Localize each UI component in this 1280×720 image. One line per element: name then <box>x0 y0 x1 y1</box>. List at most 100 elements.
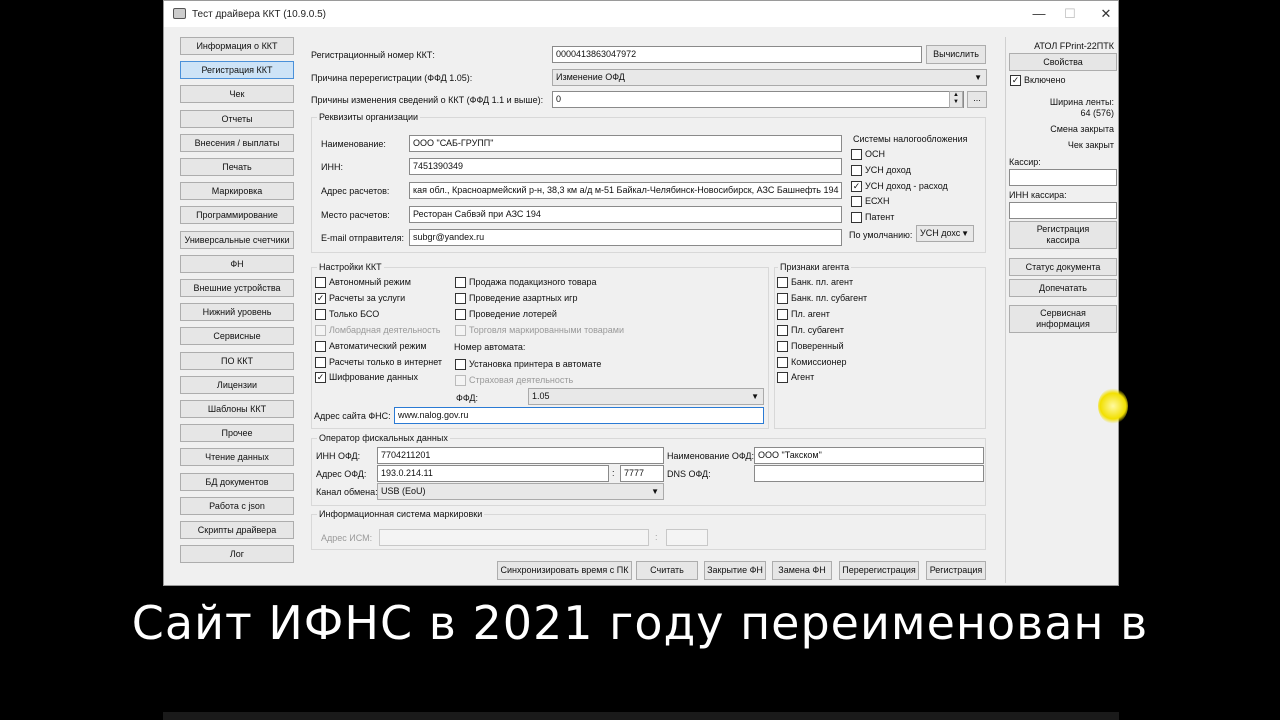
checkbox-label: Проведение азартных игр <box>469 292 578 303</box>
sidebar-item[interactable]: Внешние устройства <box>180 279 294 297</box>
ism-address-input[interactable] <box>379 529 649 546</box>
checkbox-label: Расчеты за услуги <box>329 292 406 303</box>
dns-input[interactable] <box>754 465 984 482</box>
reg-number-label: Регистрационный номер ККТ: <box>311 50 435 60</box>
checkbox[interactable] <box>315 340 326 352</box>
checkbox[interactable] <box>455 292 466 304</box>
window-title: Тест драйвера ККТ (10.9.0.5) <box>192 9 327 20</box>
checkbox[interactable]: ✓ <box>851 180 862 192</box>
tax-default-select[interactable]: УСН дохс ▼ <box>916 225 974 242</box>
channel-select[interactable]: USB (EoU) ▼ <box>377 483 664 500</box>
close-fn-button[interactable]: Закрытие ФН <box>704 561 766 580</box>
org-name-input[interactable]: ООО "САБ-ГРУПП" <box>409 135 842 152</box>
checkbox[interactable] <box>777 324 788 336</box>
checkbox[interactable]: ✓ <box>315 292 326 304</box>
fns-site-label: Адрес сайта ФНС: <box>314 411 391 421</box>
minimize-button[interactable]: — <box>1022 4 1056 24</box>
checkbox[interactable] <box>315 308 326 320</box>
checkbox[interactable] <box>851 212 862 224</box>
sidebar-item[interactable]: Регистрация ККТ <box>180 61 294 80</box>
checkbox[interactable] <box>777 308 788 320</box>
sidebar-item[interactable]: ФН <box>180 254 294 273</box>
ffd-select[interactable]: 1.05 ▼ <box>528 388 764 405</box>
enabled-checkbox[interactable]: ✓ <box>1010 75 1021 86</box>
checkbox[interactable] <box>851 149 862 160</box>
checkbox[interactable] <box>455 324 466 336</box>
sidebar-item[interactable]: Шаблоны ККТ <box>180 400 294 418</box>
cashier-input[interactable] <box>1009 169 1117 186</box>
fns-site-input[interactable]: www.nalog.gov.ru <box>394 407 764 424</box>
insurance-checkbox[interactable] <box>455 375 466 386</box>
rereg-button[interactable]: Перерегистрация <box>839 561 919 580</box>
checkbox-label: ОСН <box>865 149 885 159</box>
checkbox[interactable] <box>455 277 466 288</box>
ofd-address-input[interactable]: 193.0.214.11 <box>377 465 609 482</box>
checkbox[interactable] <box>851 196 862 208</box>
change-reasons-spinner[interactable]: ▲ ▼ <box>949 91 963 108</box>
checkbox[interactable]: ✓ <box>315 372 326 384</box>
checkbox[interactable] <box>777 372 788 384</box>
enabled-label: Включено <box>1024 75 1066 85</box>
sidebar-item[interactable]: Отчеты <box>180 109 294 128</box>
sidebar-item[interactable]: Скрипты драйвера <box>180 521 294 539</box>
replace-fn-button[interactable]: Замена ФН <box>772 561 832 580</box>
sidebar-item[interactable]: БД документов <box>180 472 294 491</box>
device-name: АТОЛ FPrint-22ПТК <box>1034 41 1114 51</box>
service-info-button[interactable]: Сервисная информация <box>1009 305 1117 333</box>
ism-port-input[interactable] <box>666 529 708 546</box>
change-reasons-input[interactable]: 0 <box>552 91 964 108</box>
insurance-label: Страховая деятельность <box>469 375 574 385</box>
checkbox[interactable] <box>777 277 788 288</box>
rereg-reason-select[interactable]: Изменение ОФД ▼ <box>552 69 987 86</box>
sidebar-item[interactable]: Универсальные счетчики <box>180 230 294 249</box>
email-input[interactable]: subgr@yandex.ru <box>409 229 842 246</box>
checkbox[interactable] <box>315 277 326 288</box>
sidebar-item[interactable]: Лог <box>180 545 294 564</box>
checkbox[interactable] <box>777 340 788 352</box>
sidebar-item[interactable]: Сервисные <box>180 327 294 346</box>
checkbox[interactable] <box>455 308 466 320</box>
sidebar-item[interactable]: Нижний уровень <box>180 303 294 322</box>
register-cashier-button[interactable]: Регистрация кассира <box>1009 221 1117 249</box>
sidebar-item[interactable]: Работа с json <box>180 496 294 515</box>
sync-time-button[interactable]: Синхронизировать время с ПК <box>497 561 632 580</box>
sidebar-item[interactable]: Чек <box>180 85 294 104</box>
document-status-button[interactable]: Статус документа <box>1009 258 1117 276</box>
sidebar-item[interactable]: Маркировка <box>180 182 294 201</box>
ofd-port-input[interactable]: 7777 <box>620 465 664 482</box>
reg-number-input[interactable]: 0000413863047972 <box>552 46 922 63</box>
checkbox[interactable] <box>315 324 326 336</box>
checkbox[interactable] <box>851 164 862 176</box>
sidebar-item[interactable]: Чтение данных <box>180 448 294 467</box>
sidebar-item[interactable]: ПО ККТ <box>180 351 294 370</box>
cashier-inn-input[interactable] <box>1009 202 1117 219</box>
printer-in-automat-checkbox[interactable] <box>455 359 466 370</box>
checkbox[interactable] <box>777 356 788 368</box>
place-input[interactable]: Ресторан Сабвэй при АЗС 194 <box>409 206 842 223</box>
read-button[interactable]: Считать <box>636 561 698 580</box>
ofd-inn-label: ИНН ОФД: <box>316 451 361 461</box>
tape-width-label: Ширина ленты: <box>1049 97 1114 107</box>
ofd-inn-input[interactable]: 7704211201 <box>377 447 664 464</box>
sidebar-item[interactable]: Лицензии <box>180 375 294 394</box>
address-input[interactable]: кая обл., Красноармейский р-н, 38,3 км а… <box>409 182 842 199</box>
org-name-label: Наименование: <box>321 139 386 149</box>
close-button[interactable]: ✕ <box>1089 4 1123 24</box>
checkbox[interactable] <box>777 292 788 304</box>
sidebar-item[interactable]: Прочее <box>180 424 294 443</box>
register-button[interactable]: Регистрация <box>926 561 986 580</box>
automat-number-input[interactable] <box>526 339 766 356</box>
receipt-status: Чек закрыт <box>1067 140 1114 150</box>
sidebar-item[interactable]: Информация о ККТ <box>180 37 294 55</box>
ofd-name-input[interactable]: ООО "Такском" <box>754 447 984 464</box>
maximize-button[interactable]: ☐ <box>1053 4 1087 24</box>
checkbox[interactable] <box>315 356 326 368</box>
sidebar-item[interactable]: Внесения / выплаты <box>180 133 294 152</box>
reprint-button[interactable]: Допечатать <box>1009 279 1117 297</box>
sidebar-item[interactable]: Печать <box>180 158 294 176</box>
properties-button[interactable]: Свойства <box>1009 53 1117 71</box>
sidebar-item[interactable]: Программирование <box>180 206 294 225</box>
change-reasons-ellipsis-button[interactable]: ... <box>967 91 987 108</box>
org-inn-input[interactable]: 7451390349 <box>409 158 842 175</box>
calculate-button[interactable]: Вычислить <box>926 45 986 64</box>
